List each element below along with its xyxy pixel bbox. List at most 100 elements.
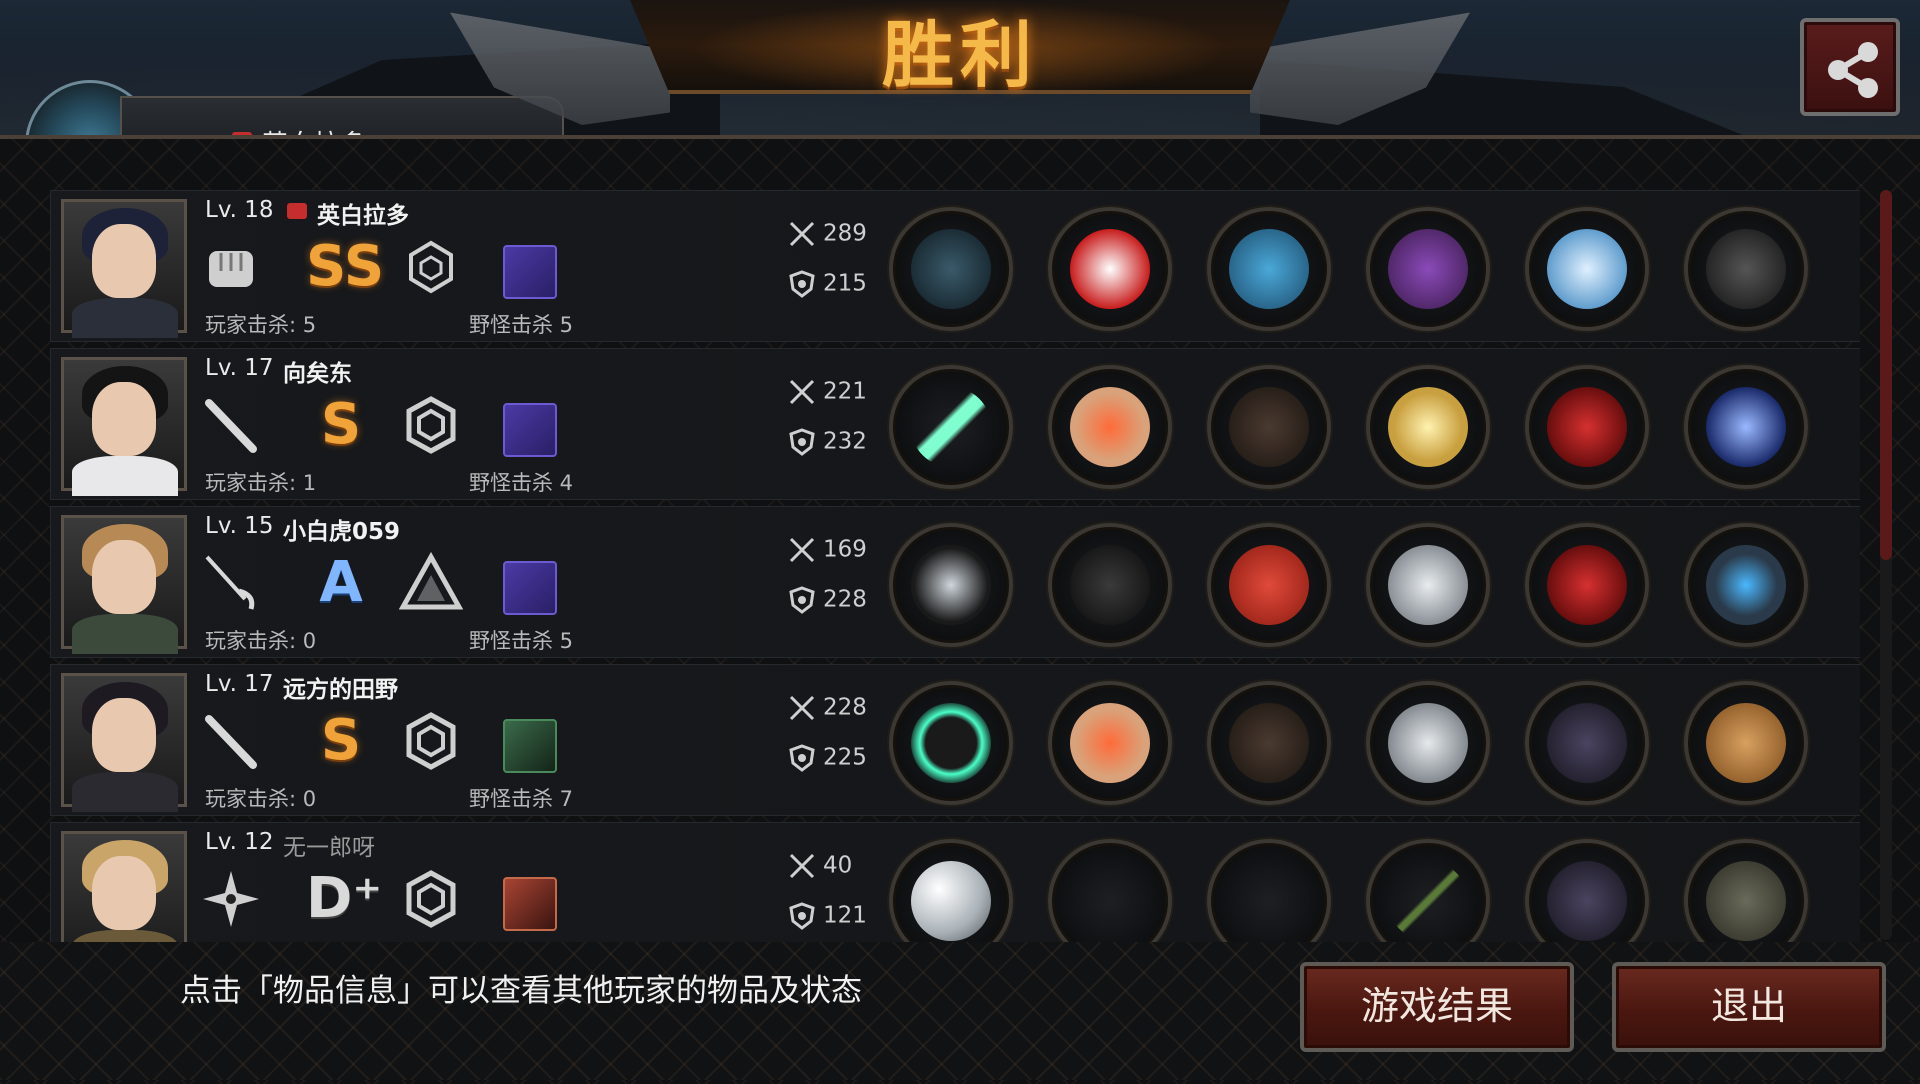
equipment-slot[interactable] [1366,365,1490,489]
shield-icon [787,586,823,614]
equipment-slot[interactable] [1207,207,1331,331]
equipment-slot[interactable] [1207,523,1331,647]
equipment-slot[interactable] [1048,365,1172,489]
monster-kills: 野怪击杀 4 [469,471,574,495]
equipment-slot[interactable] [1525,365,1649,489]
claw-gauntlet-icon [911,229,991,309]
equipment-slot[interactable] [1048,207,1172,331]
equipment-slot[interactable] [1525,681,1649,805]
player-row[interactable]: Lv. 15 小白虎059 A 玩家击杀: 0 野怪击杀 5 169 228 [50,506,1860,658]
equipment-slot[interactable] [889,681,1013,805]
equipment-slot[interactable] [1684,523,1808,647]
equipment-slot[interactable] [1366,681,1490,805]
equipment-slot[interactable] [1048,523,1172,647]
equipment-slot[interactable] [1525,523,1649,647]
bamboo-stick-icon [1388,861,1468,941]
defense-value: 225 [823,744,867,771]
equipment-slot[interactable] [889,207,1013,331]
player-portrait[interactable] [61,515,187,654]
equipment-slot[interactable] [1366,839,1490,942]
scrollbar-thumb[interactable] [1880,190,1892,560]
defense-value: 215 [823,270,867,297]
player-kills: 玩家击杀: 1 [205,471,317,495]
equipment-slot[interactable] [1207,681,1331,805]
portrait-body [72,614,178,654]
sword-icon [787,853,823,879]
camo-armor-icon [1706,861,1786,941]
equipment-slot[interactable] [1525,839,1649,942]
player-row[interactable]: Lv. 17 远方的田野 S 玩家击杀: 0 野怪击杀 7 228 225 [50,664,1860,816]
player-portrait[interactable] [61,831,187,942]
portrait-body [72,772,178,812]
companion-icon [503,877,557,931]
equipment-slot[interactable] [889,839,1013,942]
player-row[interactable]: Lv. 18 英白拉多 SS 玩家击杀: 5 野怪击杀 5 289 215 [50,190,1860,342]
defense-stat: 228 [787,585,867,615]
companion-icon [503,403,557,457]
blue-armor-icon [1229,229,1309,309]
winged-tiara-icon [1070,703,1150,783]
hint-text: 点击「物品信息」可以查看其他玩家的物品及状态 [180,973,862,1009]
player-row[interactable]: Lv. 12 无一郎呀 D⁺ 40 121 [50,822,1860,942]
twin-lightsabers-icon [911,387,991,467]
purple-gauntlet-icon [1388,229,1468,309]
victory-title: 胜利 [881,13,1038,97]
companion-icon [503,719,557,773]
cat-box-icon [1706,703,1786,783]
player-name: 小白虎059 [283,519,401,545]
equipment-slot[interactable] [1048,839,1172,942]
equipment-slot[interactable] [1366,207,1490,331]
player-list[interactable]: Lv. 18 英白拉多 SS 玩家击杀: 5 野怪击杀 5 289 215 Lv. 17 向矣… [50,190,1860,942]
game-results-button[interactable]: 游戏结果 [1300,962,1574,1052]
portrait-face [92,382,156,456]
defense-stat: 225 [787,743,867,773]
defense-value: 228 [823,586,867,613]
crossed-blades-icon [911,545,991,625]
attack-value: 228 [823,694,867,721]
player-portrait[interactable] [61,673,187,812]
equipment-slot[interactable] [889,523,1013,647]
equipment-slot[interactable] [1684,207,1808,331]
monster-kills: 野怪击杀 5 [469,629,574,653]
player-level: Lv. 18 [205,197,274,223]
player-portrait[interactable] [61,357,187,496]
equipment-slot[interactable] [1684,839,1808,942]
attack-stat: 289 [787,219,867,249]
red-dress-icon [1229,545,1309,625]
equipment-slot[interactable] [1207,839,1331,942]
attack-value: 221 [823,378,867,405]
motocross-helmet-icon [1070,229,1150,309]
portrait-face [92,856,156,930]
exit-button[interactable]: 退出 [1612,962,1886,1052]
equipment-slot[interactable] [1525,207,1649,331]
metal-disc-icon [1388,703,1468,783]
red-heels-icon [1547,387,1627,467]
portrait-body [72,298,178,338]
monster-kills: 野怪击杀 5 [469,313,574,337]
attack-value: 289 [823,220,867,247]
player-portrait[interactable] [61,199,187,338]
share-button[interactable] [1800,18,1900,116]
dark-boots-icon [1547,861,1627,941]
shield-icon [787,744,823,772]
player-row[interactable]: Lv. 17 向矣东 S 玩家击杀: 1 野怪击杀 4 221 232 [50,348,1860,500]
red-heels-icon [1547,545,1627,625]
grade-badge: S [320,392,362,457]
leather-jacket-icon [1229,387,1309,467]
shield-icon [787,902,823,930]
share-icon [1828,42,1878,98]
equipment-slot[interactable] [1366,523,1490,647]
equipment-slot[interactable] [1684,681,1808,805]
equipment-slot[interactable] [1048,681,1172,805]
gear-trait-icon [399,393,463,457]
grade-badge: D⁺ [306,866,383,931]
defense-value: 232 [823,428,867,455]
equipment-slot[interactable] [1207,365,1331,489]
attack-stat: 169 [787,535,867,565]
triangle-trait-icon [398,551,464,615]
winged-tiara-icon [1070,387,1150,467]
equipment-slot[interactable] [889,365,1013,489]
player-kills: 玩家击杀: 5 [205,313,317,337]
equipment-slot[interactable] [1684,365,1808,489]
blue-gem-ring-icon [1706,545,1786,625]
